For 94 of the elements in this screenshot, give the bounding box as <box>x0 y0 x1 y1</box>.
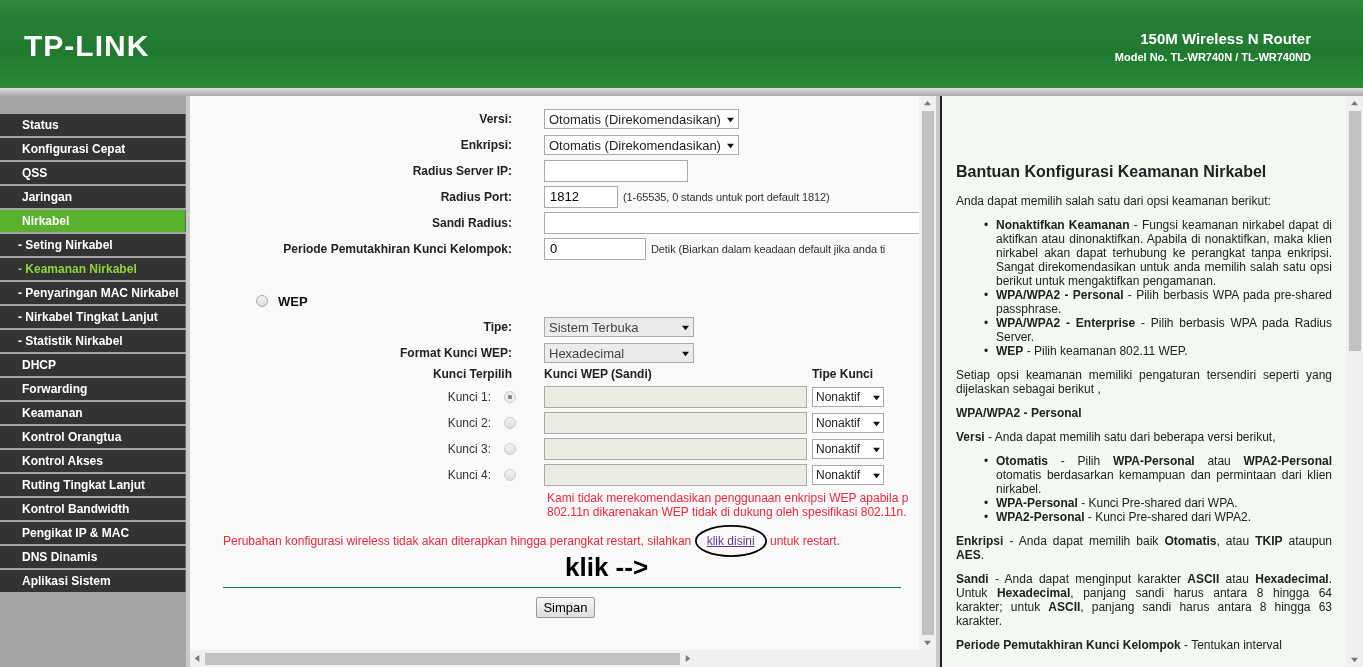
option-label: WEP <box>278 293 308 309</box>
menu-item[interactable]: Pengikat IP & MAC <box>0 522 186 544</box>
help-list-item: WPA/WPA2 - Enterprise - Pilih berbasis WPA pada Radius Server. <box>996 316 1332 344</box>
menu-item[interactable]: Status <box>0 114 186 136</box>
field-label: Sandi Radius: <box>431 215 512 232</box>
field-label: Radius Server IP: <box>411 163 512 180</box>
model-number: Model No. TL-WR740N / TL-WR740ND <box>1114 50 1311 63</box>
menu-item[interactable]: Konfigurasi Cepat <box>0 138 186 160</box>
caret-icon <box>873 445 880 453</box>
caret-icon <box>682 349 689 357</box>
caret-icon <box>873 471 880 479</box>
menu-item[interactable]: Aplikasi Sistem <box>0 570 186 592</box>
arrow-up-icon <box>1351 100 1358 107</box>
input-field[interactable] <box>544 438 807 460</box>
field-label: Enkripsi: <box>459 137 512 154</box>
menu-item[interactable]: Keamanan <box>0 402 186 424</box>
key-label: Kunci 2: <box>447 416 491 430</box>
list-bullet: • <box>984 218 990 234</box>
submenu-item[interactable]: - Keamanan Nirkabel <box>0 258 186 280</box>
help-heading: WPA/WPA2 - Personal <box>956 406 1083 420</box>
dropdown[interactable]: Otomatis (Direkomendasikan) <box>544 109 739 129</box>
list-bullet: • <box>984 288 990 304</box>
input-field[interactable]: 0 <box>544 238 646 260</box>
column-header: Tipe Kunci <box>812 366 875 382</box>
warning-text: 802.11n dikarenakan WEP tidak di dukung oleh spesifikasi 802.11n. <box>547 505 908 519</box>
help-paragraph: Periode Pemutakhiran Kunci Kelompok - Tentukan interval <box>956 638 1283 652</box>
column-header: Kunci Terpilih <box>431 366 513 382</box>
menu-item[interactable]: Kontrol Bandwidth <box>0 498 186 520</box>
menu-item[interactable]: QSS <box>0 162 186 184</box>
column-header: Kunci WEP (Sandi) <box>544 366 653 382</box>
menu-item[interactable]: Forwarding <box>0 378 186 400</box>
help-paragraph: Enkripsi - Anda dapat memilih baik Otomatis, atau TKIP ataupun AES. <box>956 534 1332 562</box>
menu-item[interactable]: Jaringan <box>0 186 186 208</box>
list-bullet: • <box>984 316 990 332</box>
input-field[interactable] <box>544 386 807 408</box>
annotation-text: klik --> <box>565 553 649 581</box>
help-paragraph: Setiap opsi keamanan memiliki pengaturan tersendiri seperti yang dijelaskan sebagai berikut , <box>956 368 1332 396</box>
help-list-item: WEP - Pilih keamanan 802.11 WEP. <box>996 344 1189 358</box>
help-paragraph: Anda dapat memilih salah satu dari opsi keamanan berikut: <box>956 194 1272 208</box>
arrow-right-icon <box>684 655 691 662</box>
menu-item[interactable]: Kontrol Akses <box>0 450 186 472</box>
input-field[interactable] <box>544 412 807 434</box>
hint-text: Detik (Biarkan dalam keadaan default jika anda ti <box>651 243 886 255</box>
input-field[interactable] <box>544 160 688 182</box>
warning-text: Kami tidak merekomendasikan penggunaan enkripsi WEP apabila p <box>547 491 910 505</box>
submenu-item[interactable]: - Seting Nirkabel <box>0 234 186 256</box>
caret-icon <box>726 115 734 123</box>
input-field[interactable] <box>544 212 919 234</box>
help-paragraph: Versi - Anda dapat memilih satu dari beberapa versi berikut, <box>956 430 1277 444</box>
dropdown[interactable]: Otomatis (Direkomendasikan) <box>544 135 739 155</box>
help-list-item: Nonaktifkan Keamanan - Fungsi keamanan nirkabel dapat di aktifkan atau dinonaktifkan. Apabila di nonaktifkan, maka klien nirkabel akan dapat terhubung ke perangkat tanpa enkripsi. Sangat direkomendasikan untuk anda memilih salah satu opsi berikut untuk mengaktifkan pengamanan. <box>996 218 1332 288</box>
submenu-item[interactable]: - Statistik Nirkabel <box>0 330 186 352</box>
list-bullet: • <box>984 496 990 510</box>
scrollbar[interactable] <box>190 650 936 667</box>
key-label: Kunci 1: <box>447 390 491 404</box>
field-label: Radius Port: <box>439 189 512 206</box>
help-title: Bantuan Konfigurasi Keamanan Nirkabel <box>956 162 1268 182</box>
menu-item[interactable]: DHCP <box>0 354 186 376</box>
caret-icon <box>726 141 734 149</box>
help-list-item: WPA2-Personal - Kunci Pre-shared dari WPA2. <box>996 510 1252 524</box>
product-name: 150M Wireless N Router <box>1139 29 1311 47</box>
help-list-item: Otomatis - Pilih WPA-Personal atau WPA2-Personal otomatis berdasarkan kemampuan dan permintaan dari klien nirkabel. <box>996 454 1332 496</box>
hint-text: (1-65535, 0 stands untuk port default 1812) <box>623 191 830 203</box>
arrow-down-icon <box>924 639 931 646</box>
key-label: Kunci 4: <box>447 468 491 482</box>
list-bullet: • <box>984 454 990 470</box>
submenu-item[interactable]: - Nirkabel Tingkat Lanjut <box>0 306 186 328</box>
submenu-item[interactable]: - Penyaringan MAC Nirkabel <box>0 282 186 304</box>
list-bullet: • <box>984 510 990 524</box>
menu-item[interactable]: Kontrol Orangtua <box>0 426 186 448</box>
scrollbar[interactable] <box>919 96 936 650</box>
scrollbar[interactable] <box>1346 96 1363 667</box>
save-button[interactable]: Simpan <box>536 597 595 618</box>
field-label: Versi: <box>478 111 512 128</box>
field-label: Periode Pemutakhiran Kunci Kelompok: <box>282 241 512 258</box>
help-list-item: WPA-Personal - Kunci Pre-shared dari WPA. <box>996 496 1239 510</box>
restart-notice: Perubahan konfigurasi wireless tidak akan diterapkan hingga perangkat restart, silahkan klik disini untuk restart. <box>223 531 919 551</box>
menu-item[interactable]: Ruting Tingkat Lanjut <box>0 474 186 496</box>
help-list-item: WPA/WPA2 - Personal - Pilih berbasis WPA pada pre-shared passphrase. <box>996 288 1332 316</box>
arrow-up-icon <box>924 100 931 107</box>
help-paragraph: Sandi - Anda dapat menginput karakter ASCII atau Hexadecimal. Untuk Hexadecimal, panjang sandi harus antara 8 hingga 64 karakter; untuk ASCII, panjang sandi harus antara 8 hingga 63 karakter. <box>956 572 1332 628</box>
menu-item[interactable]: DNS Dinamis <box>0 546 186 568</box>
input-field[interactable] <box>544 464 807 486</box>
logo: TP-LINK <box>24 29 150 63</box>
caret-icon <box>873 419 880 427</box>
arrow-down-icon <box>1351 656 1358 663</box>
key-label: Kunci 3: <box>447 442 491 456</box>
input-field[interactable]: 1812 <box>544 186 618 208</box>
caret-icon <box>682 323 689 331</box>
list-bullet: • <box>984 344 990 358</box>
caret-icon <box>873 393 880 401</box>
field-label: Tipe: <box>482 319 512 336</box>
field-label: Format Kunci WEP: <box>399 345 512 362</box>
arrow-left-icon <box>194 655 201 662</box>
